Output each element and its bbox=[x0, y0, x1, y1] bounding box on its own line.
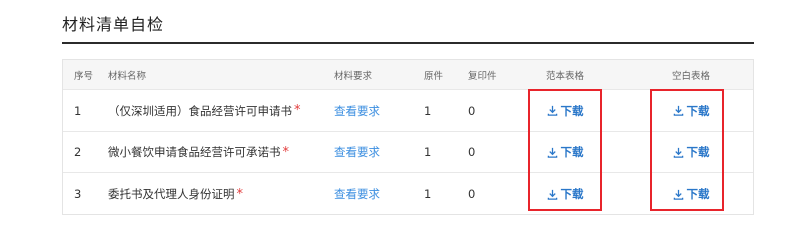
view-requirements-link[interactable]: 查看要求 bbox=[334, 186, 380, 202]
required-mark: * bbox=[282, 144, 290, 160]
view-requirements-link[interactable]: 查看要求 bbox=[334, 144, 380, 160]
requirement-cell: 查看要求 bbox=[334, 132, 380, 172]
material-name: 委托书及代理人身份证明 * bbox=[108, 173, 243, 215]
row-index: 2 bbox=[74, 145, 82, 159]
material-name-text: （仅深圳适用）食品经营许可申请书 bbox=[108, 103, 292, 118]
column-header-requirement: 材料要求 bbox=[334, 70, 373, 82]
sample-column-highlight bbox=[528, 89, 602, 211]
material-name-text: 委托书及代理人身份证明 bbox=[108, 187, 235, 201]
copy-count: 0 bbox=[468, 103, 476, 118]
row-index: 1 bbox=[74, 103, 82, 118]
column-header-original: 原件 bbox=[424, 70, 444, 82]
table-header: 序号 材料名称 材料要求 原件 复印件 范本表格 空白表格 bbox=[63, 60, 753, 90]
material-name-text: 微小餐饮申请食品经营许可承诺书 bbox=[108, 145, 281, 159]
required-mark: * bbox=[294, 103, 301, 118]
original-count: 1 bbox=[424, 145, 432, 159]
original-count: 1 bbox=[424, 103, 432, 118]
material-name: 微小餐饮申请食品经营许可承诺书 * bbox=[108, 132, 289, 172]
column-header-name: 材料名称 bbox=[108, 70, 147, 82]
requirement-cell: 查看要求 bbox=[334, 173, 380, 215]
view-requirements-link[interactable]: 查看要求 bbox=[334, 103, 380, 119]
requirement-cell: 查看要求 bbox=[334, 90, 380, 131]
column-header-blank: 空白表格 bbox=[671, 70, 710, 82]
section-title: 材料清单自检 bbox=[62, 15, 165, 34]
blank-column-highlight bbox=[650, 89, 724, 211]
required-mark: * bbox=[236, 186, 244, 202]
material-name: （仅深圳适用）食品经营许可申请书 * bbox=[108, 90, 301, 131]
title-divider bbox=[62, 42, 754, 44]
column-header-copy: 复印件 bbox=[468, 70, 497, 82]
column-header-index: 序号 bbox=[74, 70, 94, 82]
row-index: 3 bbox=[74, 187, 82, 201]
original-count: 1 bbox=[424, 187, 432, 201]
column-header-sample: 范本表格 bbox=[545, 70, 584, 82]
copy-count: 0 bbox=[468, 145, 476, 159]
copy-count: 0 bbox=[468, 187, 476, 201]
